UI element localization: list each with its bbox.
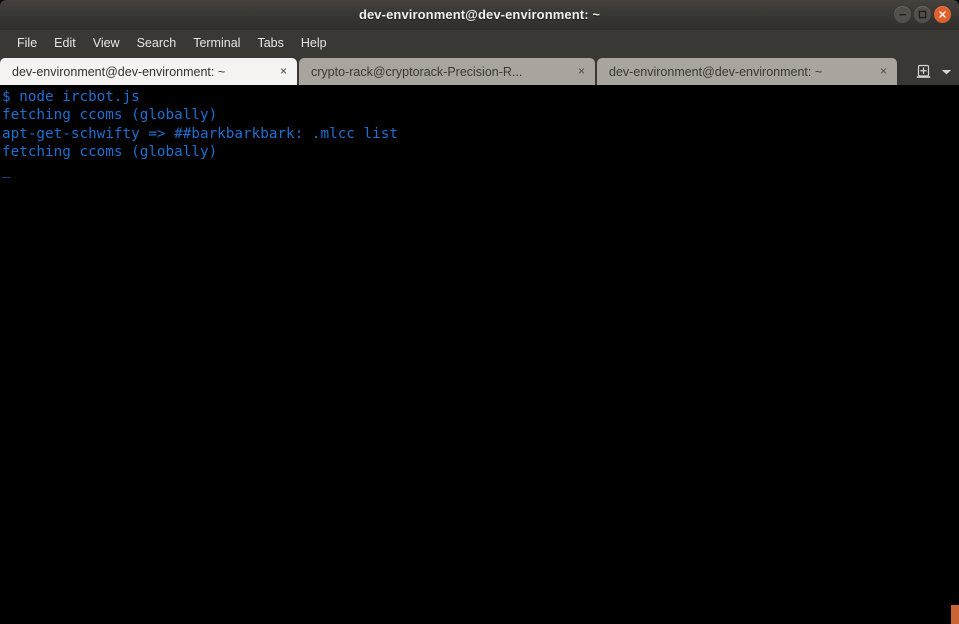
terminal-line: fetching ccoms (globally) xyxy=(2,143,218,160)
menu-item-help[interactable]: Help xyxy=(293,34,335,53)
terminal-line: $ node ircbot.js xyxy=(2,89,140,105)
tab-dev-environment-1[interactable]: dev-environment@dev-environment: ~ × xyxy=(0,58,297,85)
menu-item-view[interactable]: View xyxy=(85,34,128,53)
tab-close-icon[interactable]: × xyxy=(878,65,889,77)
menu-item-terminal[interactable]: Terminal xyxy=(185,34,248,53)
menu-bar: File Edit View Search Terminal Tabs Help xyxy=(0,30,959,56)
minimize-button[interactable] xyxy=(894,6,911,23)
tab-bar-controls xyxy=(910,58,959,85)
maximize-button[interactable] xyxy=(914,6,931,23)
tab-close-icon[interactable]: × xyxy=(278,65,289,77)
maximize-icon xyxy=(918,10,927,19)
tab-label: dev-environment@dev-environment: ~ xyxy=(609,64,823,79)
close-button[interactable] xyxy=(934,6,951,23)
menu-item-edit[interactable]: Edit xyxy=(46,34,84,53)
tab-dev-environment-2[interactable]: dev-environment@dev-environment: ~ × xyxy=(597,58,897,85)
chevron-down-icon xyxy=(941,69,951,74)
tab-menu-button[interactable] xyxy=(939,65,953,79)
menu-item-file[interactable]: File xyxy=(9,34,45,53)
close-icon xyxy=(939,11,946,18)
terminal-window: dev-environment@dev-environment: ~ File … xyxy=(0,0,959,624)
new-tab-icon xyxy=(916,64,930,78)
window-title: dev-environment@dev-environment: ~ xyxy=(358,7,601,22)
terminal-output-area[interactable]: $ node ircbot.js fetching ccoms (globall… xyxy=(0,85,959,624)
menu-item-search[interactable]: Search xyxy=(129,34,185,53)
tab-label: dev-environment@dev-environment: ~ xyxy=(12,64,226,79)
resize-grip[interactable] xyxy=(951,605,959,624)
tab-close-icon[interactable]: × xyxy=(576,65,587,77)
menu-item-tabs[interactable]: Tabs xyxy=(249,34,291,53)
terminal-line: apt-get-schwifty => ##barkbarkbark: .mlc… xyxy=(2,125,398,142)
new-tab-button[interactable] xyxy=(914,63,932,81)
terminal-cursor: _ xyxy=(2,162,11,179)
window-controls xyxy=(894,6,951,23)
tab-label: crypto-rack@cryptorack-Precision-R... xyxy=(311,64,523,79)
tab-bar: dev-environment@dev-environment: ~ × cry… xyxy=(0,56,959,85)
title-bar[interactable]: dev-environment@dev-environment: ~ xyxy=(0,0,959,30)
tab-crypto-rack[interactable]: crypto-rack@cryptorack-Precision-R... × xyxy=(299,58,595,85)
minimize-icon xyxy=(899,14,906,16)
terminal-line: fetching ccoms (globally) xyxy=(2,107,218,124)
